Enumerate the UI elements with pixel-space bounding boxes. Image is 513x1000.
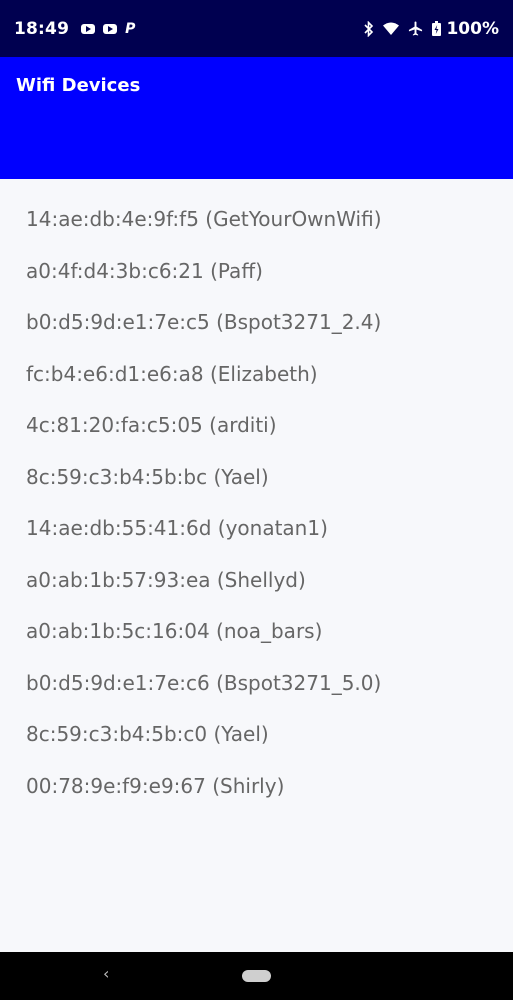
page-title: Wifi Devices [16, 75, 141, 96]
back-button[interactable]: ‹ [103, 964, 109, 983]
status-bar: 18:49 P 100% [0, 0, 513, 57]
navigation-bar: ‹ [0, 952, 513, 1000]
list-item[interactable]: a0:ab:1b:57:93:ea (Shellyd) [26, 568, 382, 620]
list-item[interactable]: b0:d5:9d:e1:7e:c5 (Bspot3271_2.4) [26, 310, 382, 362]
list-item[interactable]: fc:b4:e6:d1:e6:a8 (Elizabeth) [26, 362, 382, 414]
list-item[interactable]: 8c:59:c3:b4:5b:bc (Yael) [26, 465, 382, 517]
device-list-container: 14:ae:db:4e:9f:f5 (GetYourOwnWifi) a0:4f… [0, 179, 513, 952]
list-item[interactable]: a0:4f:d4:3b:c6:21 (Paff) [26, 259, 382, 311]
wifi-icon [383, 22, 400, 35]
airplane-icon [408, 21, 423, 36]
list-item[interactable]: 8c:59:c3:b4:5b:c0 (Yael) [26, 722, 382, 774]
status-right: 100% [364, 19, 499, 39]
battery-icon [432, 21, 442, 36]
list-item[interactable]: 4c:81:20:fa:c5:05 (arditi) [26, 413, 382, 465]
parking-icon: P [125, 20, 136, 37]
list-item[interactable]: 00:78:9e:f9:e9:67 (Shirly) [26, 774, 382, 826]
youtube-icon [103, 23, 118, 34]
battery-percent: 100% [446, 18, 499, 39]
list-item[interactable]: 14:ae:db:55:41:6d (yonatan1) [26, 516, 382, 568]
status-time: 18:49 [14, 18, 70, 39]
status-left: 18:49 P [14, 19, 135, 39]
home-pill-button[interactable] [242, 970, 271, 982]
list-item[interactable]: b0:d5:9d:e1:7e:c6 (Bspot3271_5.0) [26, 671, 382, 723]
device-list: 14:ae:db:4e:9f:f5 (GetYourOwnWifi) a0:4f… [26, 207, 382, 825]
app-bar: Wifi Devices [0, 57, 513, 179]
list-item[interactable]: 14:ae:db:4e:9f:f5 (GetYourOwnWifi) [26, 207, 382, 259]
list-item[interactable]: a0:ab:1b:5c:16:04 (noa_bars) [26, 619, 382, 671]
youtube-icon [81, 23, 96, 34]
bluetooth-icon [364, 20, 374, 37]
